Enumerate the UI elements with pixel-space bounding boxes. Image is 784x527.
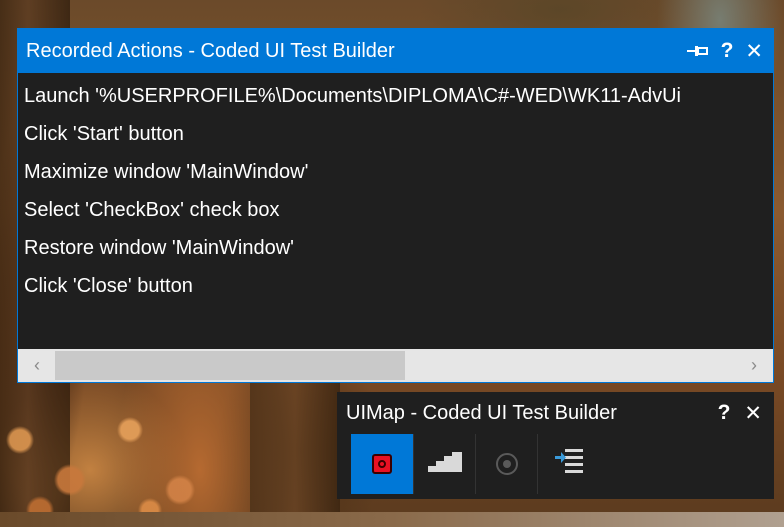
recorded-action-item[interactable]: Select 'CheckBox' check box xyxy=(24,191,773,229)
show-recorded-steps-button[interactable] xyxy=(413,434,475,494)
pin-icon[interactable] xyxy=(686,43,709,59)
crosshair-disabled-icon xyxy=(495,453,518,475)
record-icon xyxy=(372,454,392,474)
generate-code-button[interactable] xyxy=(537,434,599,494)
generate-code-icon xyxy=(553,447,585,482)
show-steps-icon xyxy=(427,451,462,477)
recorded-action-item[interactable]: Restore window 'MainWindow' xyxy=(24,229,773,267)
recorded-actions-title: Recorded Actions - Coded UI Test Builder xyxy=(26,39,395,62)
scrollbar-thumb[interactable] xyxy=(55,351,405,380)
recorded-actions-list: Launch '%USERPROFILE%\Documents\DIPLOMA\… xyxy=(18,73,773,345)
horizontal-scrollbar[interactable]: ‹ › xyxy=(18,349,773,382)
recorded-actions-titlebar[interactable]: Recorded Actions - Coded UI Test Builder… xyxy=(18,29,773,73)
recorded-actions-window: Recorded Actions - Coded UI Test Builder… xyxy=(17,28,774,383)
recorded-action-item[interactable]: Click 'Start' button xyxy=(24,115,773,153)
close-icon[interactable]: ✕ xyxy=(745,39,763,64)
uimap-window: UIMap - Coded UI Test Builder ? ✕ xyxy=(337,392,774,499)
recorded-action-item[interactable]: Maximize window 'MainWindow' xyxy=(24,153,773,191)
uimap-help-icon[interactable]: ? xyxy=(718,401,731,425)
recorded-actions-title-icons: ? ✕ xyxy=(686,39,763,64)
recorded-action-item[interactable]: Click 'Close' button xyxy=(24,267,773,305)
background-tree-trunk-2 xyxy=(250,380,340,527)
help-icon[interactable]: ? xyxy=(721,39,734,63)
background-foliage xyxy=(0,400,230,527)
record-button[interactable] xyxy=(351,434,413,494)
uimap-title: UIMap - Coded UI Test Builder xyxy=(346,401,617,424)
uimap-toolbar xyxy=(351,434,599,494)
uimap-close-icon[interactable]: ✕ xyxy=(744,401,762,426)
uimap-titlebar[interactable]: UIMap - Coded UI Test Builder ? ✕ xyxy=(337,392,774,434)
scroll-left-arrow-icon[interactable]: ‹ xyxy=(22,349,52,382)
uimap-title-icons: ? ✕ xyxy=(718,401,762,426)
add-assertions-button[interactable] xyxy=(475,434,537,494)
scroll-right-arrow-icon[interactable]: › xyxy=(739,349,769,382)
recorded-action-item[interactable]: Launch '%USERPROFILE%\Documents\DIPLOMA\… xyxy=(24,77,773,115)
background-bottom-strip xyxy=(0,512,784,527)
